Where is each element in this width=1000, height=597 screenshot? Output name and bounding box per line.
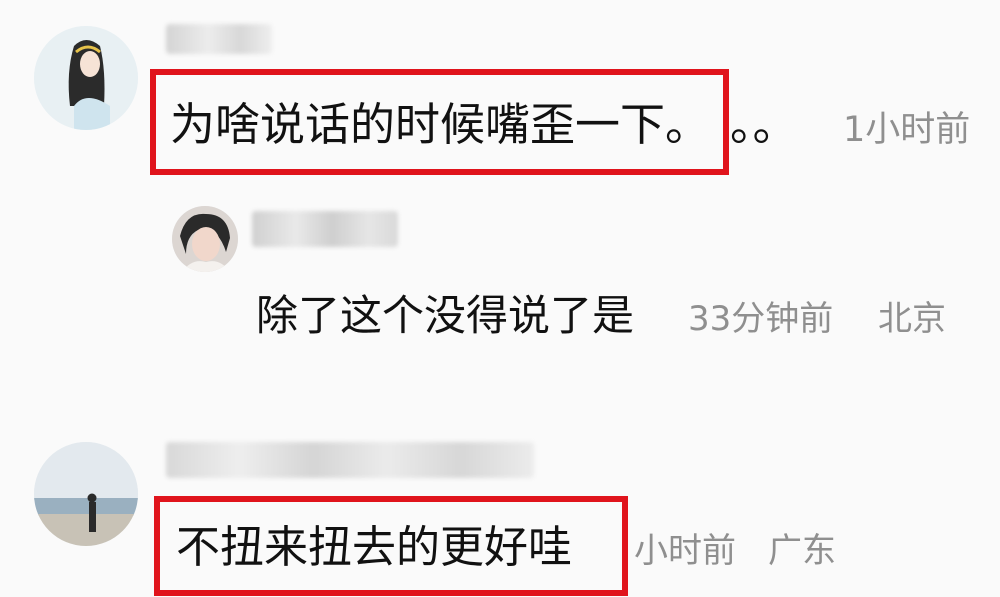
avatar-beach-photo bbox=[34, 442, 138, 546]
avatar-person-photo bbox=[172, 206, 238, 272]
comment-2-text: 不扭来扭去的更好哇 bbox=[176, 522, 572, 573]
comment-2-time: 小时前 bbox=[634, 531, 736, 571]
comment-1-avatar[interactable] bbox=[34, 26, 138, 130]
reply-username-blurred[interactable] bbox=[252, 211, 398, 247]
comment-1-time: 1小时前 bbox=[843, 110, 971, 150]
avatar-girl-illustration bbox=[34, 26, 138, 130]
comment-1-trailing-dots: 。。 bbox=[730, 98, 798, 151]
reply-location: 北京 bbox=[878, 299, 946, 339]
comment-2-location: 广东 bbox=[768, 531, 836, 571]
reply-text: 除了这个没得说了是 bbox=[256, 291, 635, 340]
reply-time: 33分钟前 bbox=[688, 299, 834, 339]
comment-2-avatar[interactable] bbox=[34, 442, 138, 546]
reply-avatar[interactable] bbox=[172, 206, 238, 272]
comment-1-text: 为啥说话的时候嘴歪一下。 bbox=[170, 98, 711, 151]
comment-1-username-blurred[interactable] bbox=[166, 24, 272, 54]
comment-2-username-blurred[interactable] bbox=[166, 442, 534, 478]
